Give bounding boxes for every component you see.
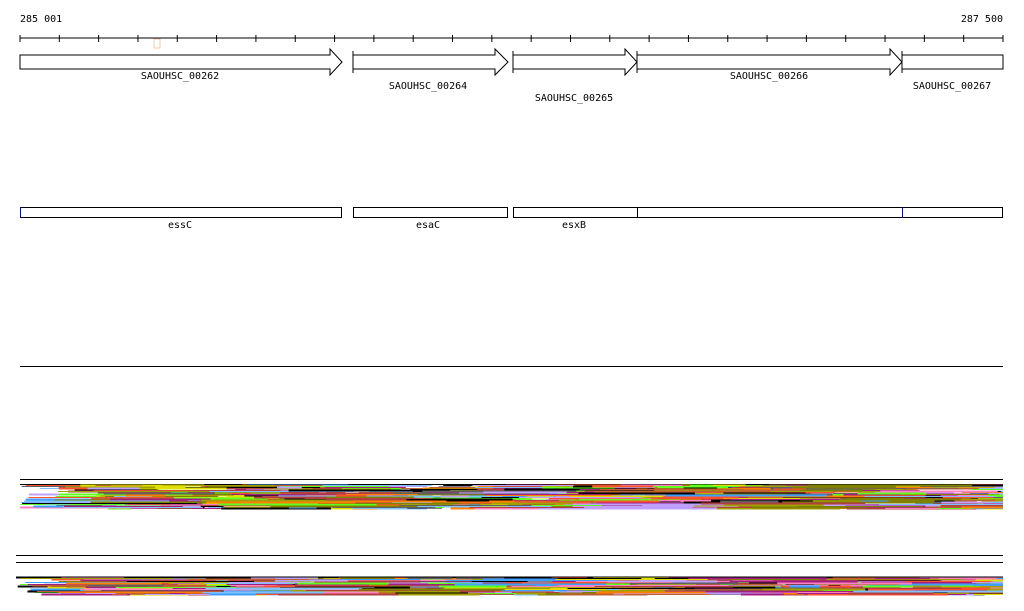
svg-text:SAOUHSC_00266: SAOUHSC_00266 xyxy=(730,71,808,82)
gene-SAOUHSC_00265[interactable]: SAOUHSC_00265 xyxy=(512,47,638,104)
gene-SAOUHSC_00266[interactable]: SAOUHSC_00266 xyxy=(636,47,903,82)
ruler-end-label: 287 500 xyxy=(961,14,1003,25)
svg-text:SAOUHSC_00262: SAOUHSC_00262 xyxy=(141,71,219,82)
feature-esxB[interactable]: esxB xyxy=(513,207,638,232)
ruler-start-label: 285 001 xyxy=(20,14,62,25)
svg-text:SAOUHSC_00264: SAOUHSC_00264 xyxy=(389,81,467,92)
feature-unnamed-2[interactable] xyxy=(902,207,1003,218)
gene-track: SAOUHSC_00262 SAOUHSC_00264 SAOUHSC_0026… xyxy=(19,47,1004,104)
svg-text:esxB: esxB xyxy=(562,220,586,231)
svg-text:esaC: esaC xyxy=(416,220,440,231)
svg-text:essC: essC xyxy=(168,220,192,231)
gene-SAOUHSC_00262[interactable]: SAOUHSC_00262 xyxy=(19,47,343,82)
position-marker xyxy=(153,38,161,49)
gene-SAOUHSC_00264[interactable]: SAOUHSC_00264 xyxy=(352,47,509,92)
gene-SAOUHSC_00267[interactable]: SAOUHSC_00267 xyxy=(901,51,1004,92)
alignment-track-1 xyxy=(20,484,1003,510)
feature-essC[interactable]: essC xyxy=(20,207,342,231)
genome-browser: 285 001 287 500 SAOUHSC_00262 SAOUHSC_00… xyxy=(16,14,1004,596)
alignment-track-2 xyxy=(16,576,1003,596)
feature-esaC[interactable]: esaC xyxy=(353,207,508,232)
svg-text:SAOUHSC_00265: SAOUHSC_00265 xyxy=(535,93,613,104)
gene-name-track: essC esaC esxB xyxy=(20,207,1003,232)
coordinate-ruler xyxy=(19,35,1004,42)
svg-text:SAOUHSC_00267: SAOUHSC_00267 xyxy=(913,81,991,92)
feature-unnamed-1[interactable] xyxy=(637,207,903,218)
